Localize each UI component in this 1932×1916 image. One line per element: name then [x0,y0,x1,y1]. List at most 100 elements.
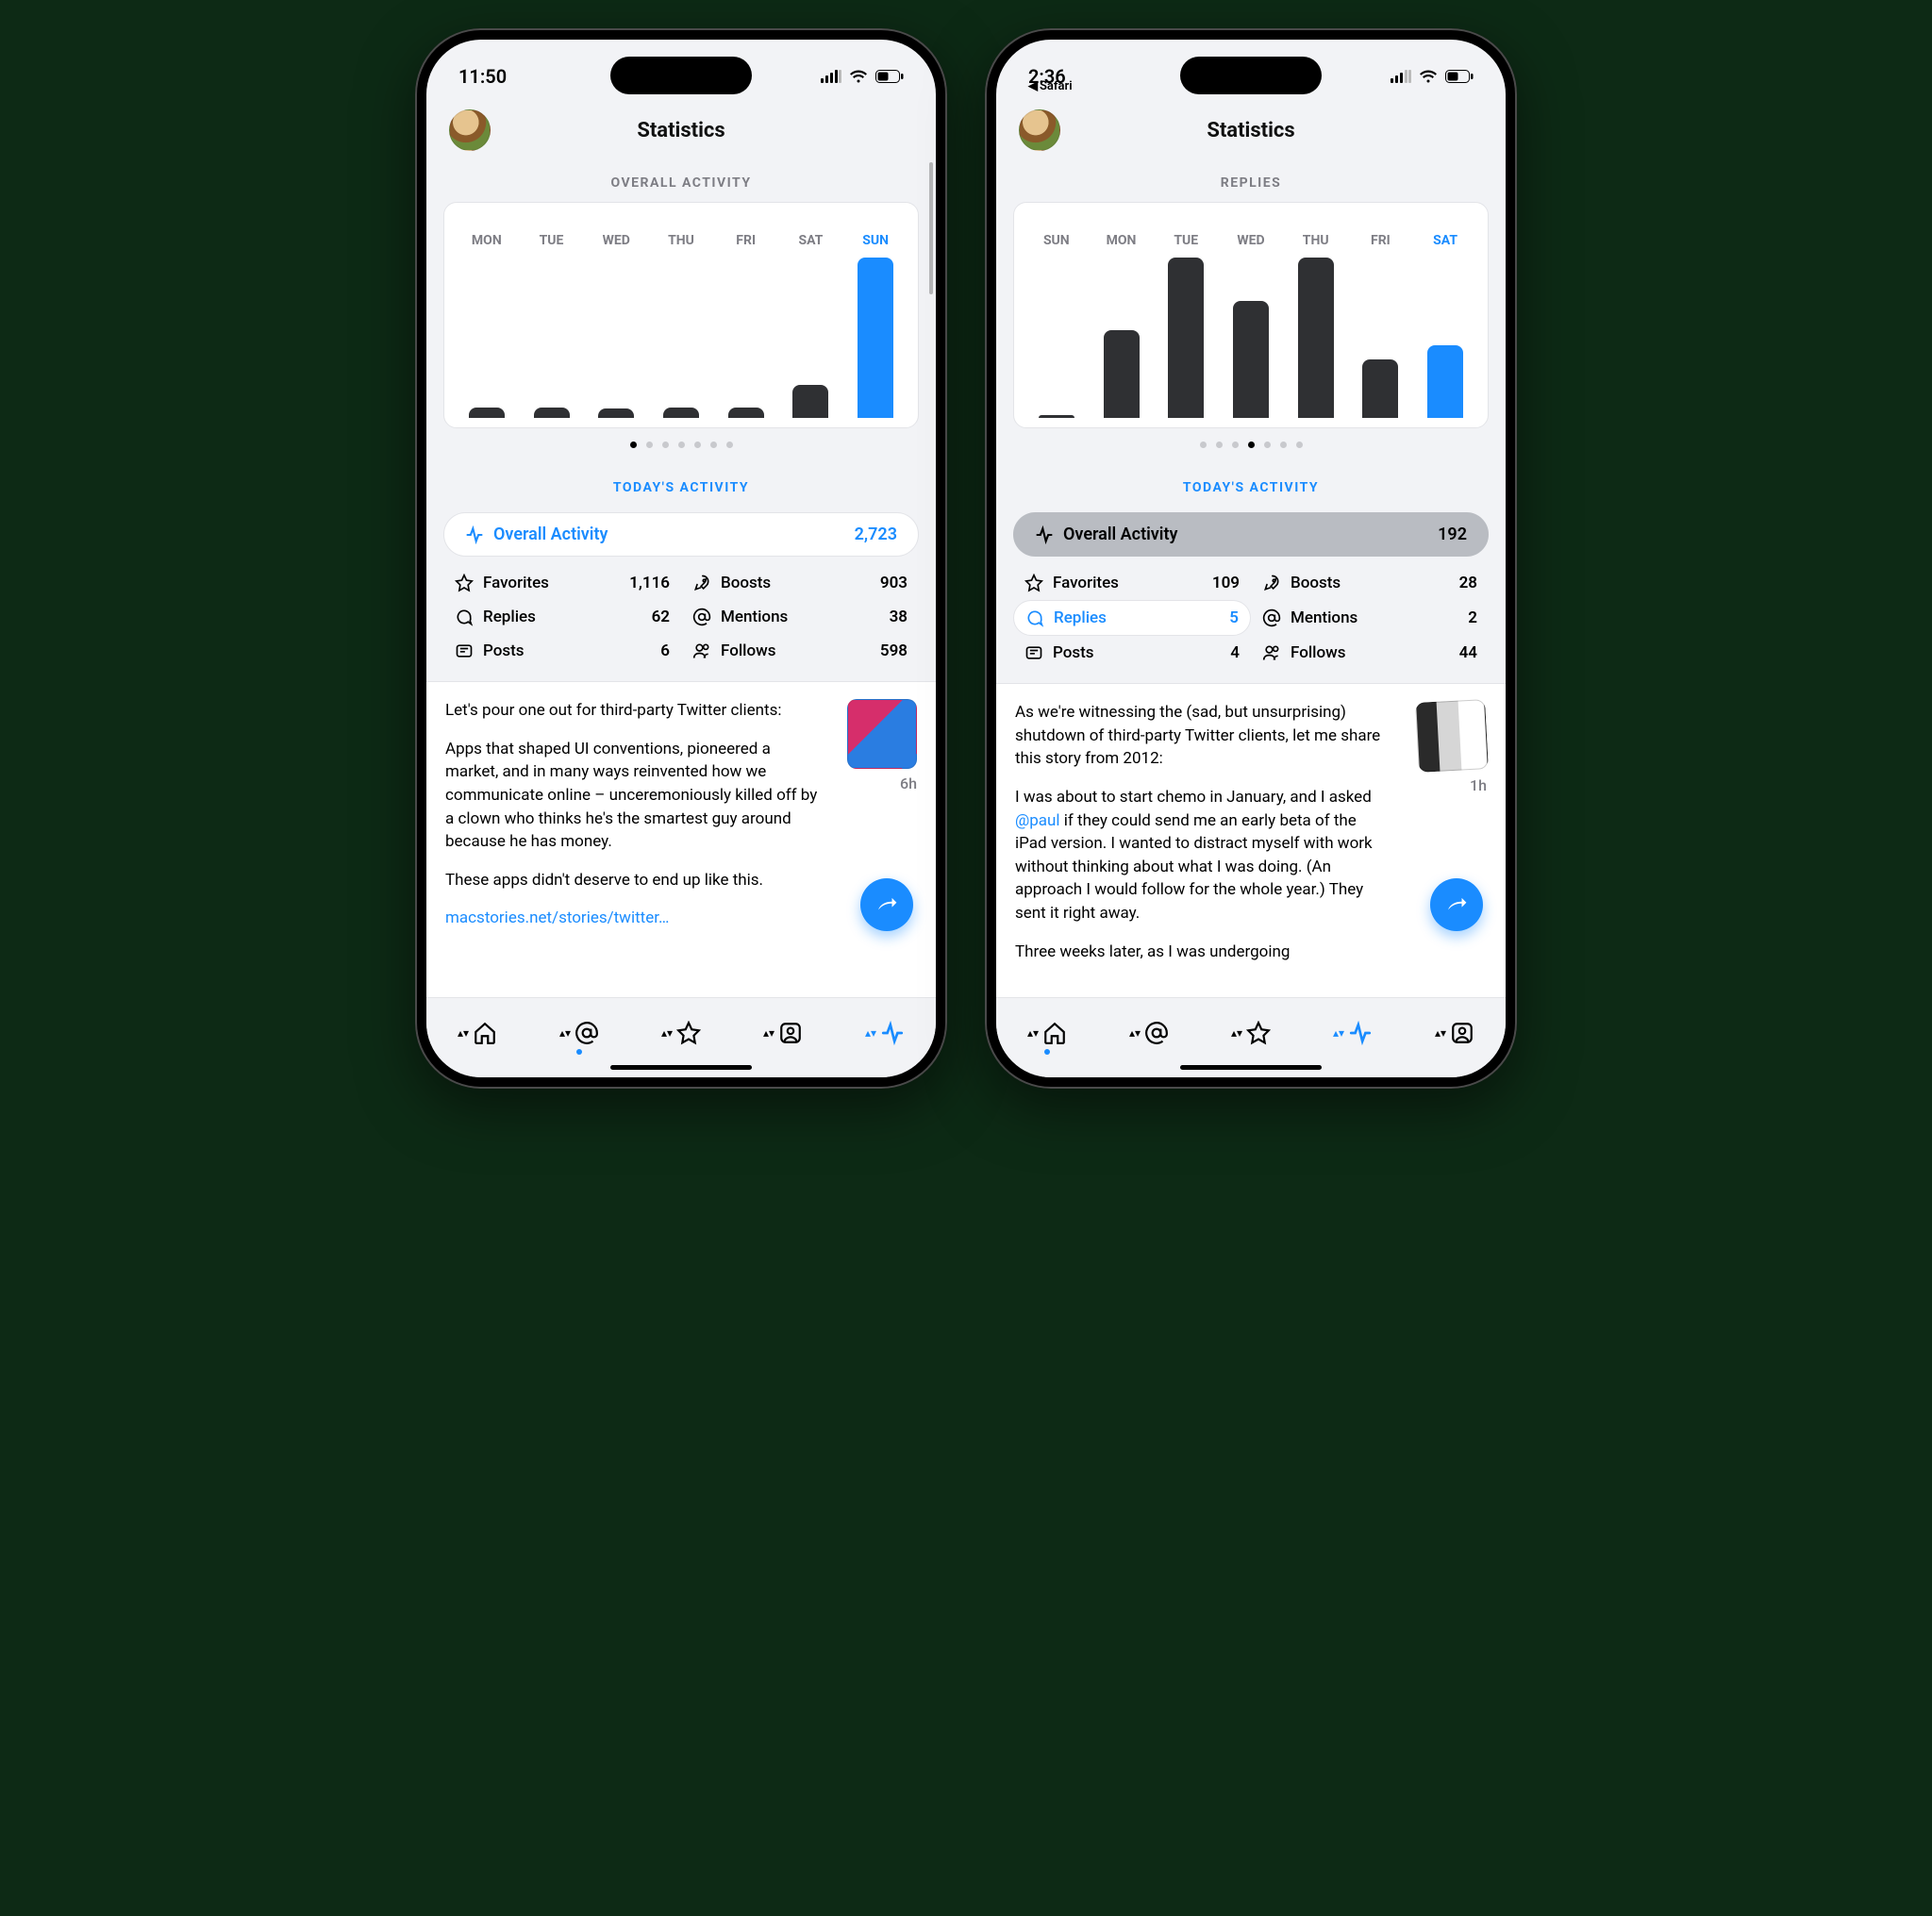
chart-bar-sat[interactable]: SAT [1416,233,1474,418]
page-dot[interactable] [1264,442,1271,448]
tab-mentions[interactable]: ▴▾ [1129,1021,1169,1045]
activity-chart[interactable]: SUNMONTUEWEDTHUFRISAT [1013,202,1489,428]
chart-bar-mon[interactable]: MON [458,233,516,418]
stat-mentions[interactable]: Mentions38 [681,600,919,634]
chart-bar-wed[interactable]: WED [1222,233,1280,418]
battery-icon [875,70,904,83]
home-indicator[interactable] [1180,1065,1322,1070]
chart-bar-wed[interactable]: WED [587,233,645,418]
follow-icon [1262,643,1281,662]
mention-link[interactable]: @paul [1015,811,1060,830]
stat-follows[interactable]: Follows598 [681,634,919,668]
reply-icon [1025,608,1044,627]
stats-grid: Favorites109Boosts28Replies5Mentions2Pos… [1013,566,1489,670]
stat-replies[interactable]: Replies62 [443,600,681,634]
page-dot[interactable] [630,442,637,448]
tab-favorites[interactable]: ▴▾ [661,1021,701,1045]
back-to-app[interactable]: ◀ Safari [1028,79,1073,93]
chart-bar-fri[interactable]: FRI [1352,233,1410,418]
post-thumbnail[interactable] [1415,699,1489,773]
tab-statistics[interactable]: ▴▾ [865,1021,905,1045]
page-dot[interactable] [1296,442,1303,448]
dynamic-island [1180,57,1322,94]
post-link[interactable]: macstories.net/stories/twitter… [445,908,669,927]
chart-bar-mon[interactable]: MON [1092,233,1151,418]
tab-statistics[interactable]: ▴▾ [1333,1021,1373,1045]
star-icon [1024,574,1043,592]
post-icon [1024,643,1043,662]
overall-activity-pill[interactable]: Overall Activity 192 [1013,512,1489,557]
stat-replies[interactable]: Replies5 [1013,600,1251,636]
scroll-indicator [929,162,933,294]
stat-mentions[interactable]: Mentions2 [1251,600,1489,636]
wifi-icon [849,70,868,83]
boost-icon [692,574,711,592]
chart-bar-thu[interactable]: THU [1287,233,1345,418]
post-item[interactable]: As we're witnessing the (sad, but unsurp… [1015,701,1487,978]
home-indicator[interactable] [610,1065,752,1070]
tab-mentions[interactable]: ▴▾ [559,1021,599,1045]
follow-icon [692,641,711,660]
post-time: 6h [900,773,917,794]
chart-title: OVERALL ACTIVITY [426,157,936,202]
page-dot[interactable] [646,442,653,448]
page-dot[interactable] [1232,442,1239,448]
chart-bar-sun[interactable]: SUN [846,233,905,418]
stat-boosts[interactable]: Boosts903 [681,566,919,600]
compose-button[interactable] [1430,878,1483,931]
chart-bar-sat[interactable]: SAT [782,233,841,418]
page-title: Statistics [1207,119,1294,142]
post-time: 1h [1470,775,1487,796]
avatar[interactable] [1019,109,1060,151]
reply-icon [455,608,474,626]
chart-bar-tue[interactable]: TUE [523,233,581,418]
stat-favorites[interactable]: Favorites1,116 [443,566,681,600]
chart-bar-tue[interactable]: TUE [1157,233,1215,418]
star-icon [455,574,474,592]
page-header: Statistics [426,104,936,157]
post-item[interactable]: Let's pour one out for third-party Twitt… [445,699,917,930]
post-thumbnail[interactable] [847,699,917,769]
page-dot[interactable] [1200,442,1207,448]
chart-title: REPLIES [996,157,1506,202]
page-dot[interactable] [1216,442,1223,448]
page-dot[interactable] [1248,442,1255,448]
page-dot[interactable] [726,442,733,448]
tab-favorites[interactable]: ▴▾ [1231,1021,1271,1045]
tab-home[interactable]: ▴▾ [1027,1021,1067,1045]
page-dot[interactable] [710,442,717,448]
feed[interactable]: As we're witnessing the (sad, but unsurp… [996,683,1506,997]
activity-icon [1035,525,1054,544]
stat-posts[interactable]: Posts4 [1013,636,1251,670]
chart-bar-sun[interactable]: SUN [1027,233,1086,418]
overall-activity-pill[interactable]: Overall Activity 2,723 [443,512,919,557]
activity-chart[interactable]: MONTUEWEDTHUFRISATSUN [443,202,919,428]
wifi-icon [1419,70,1438,83]
post-icon [455,641,474,660]
compose-button[interactable] [860,878,913,931]
activity-icon [465,525,484,544]
page-dot[interactable] [694,442,701,448]
chart-bar-thu[interactable]: THU [652,233,710,418]
page-dot[interactable] [678,442,685,448]
page-dots[interactable] [426,428,936,461]
stat-follows[interactable]: Follows44 [1251,636,1489,670]
page-dot[interactable] [1280,442,1287,448]
tab-home[interactable]: ▴▾ [458,1021,497,1045]
mention-icon [692,608,711,626]
stat-favorites[interactable]: Favorites109 [1013,566,1251,600]
stat-boosts[interactable]: Boosts28 [1251,566,1489,600]
stat-posts[interactable]: Posts6 [443,634,681,668]
chart-bar-fri[interactable]: FRI [717,233,775,418]
phone-right: 2:36 ◀ Safari Statistics REPLIES SUNMONT… [985,28,1517,1089]
feed[interactable]: Let's pour one out for third-party Twitt… [426,681,936,997]
page-dot[interactable] [662,442,669,448]
page-dots[interactable] [996,428,1506,461]
today-label: TODAY'S ACTIVITY [426,461,936,507]
boost-icon [1262,574,1281,592]
tab-profile[interactable]: ▴▾ [763,1021,803,1045]
dynamic-island [610,57,752,94]
avatar[interactable] [449,109,491,151]
tab-profile[interactable]: ▴▾ [1435,1021,1474,1045]
cellular-icon [1391,70,1411,83]
